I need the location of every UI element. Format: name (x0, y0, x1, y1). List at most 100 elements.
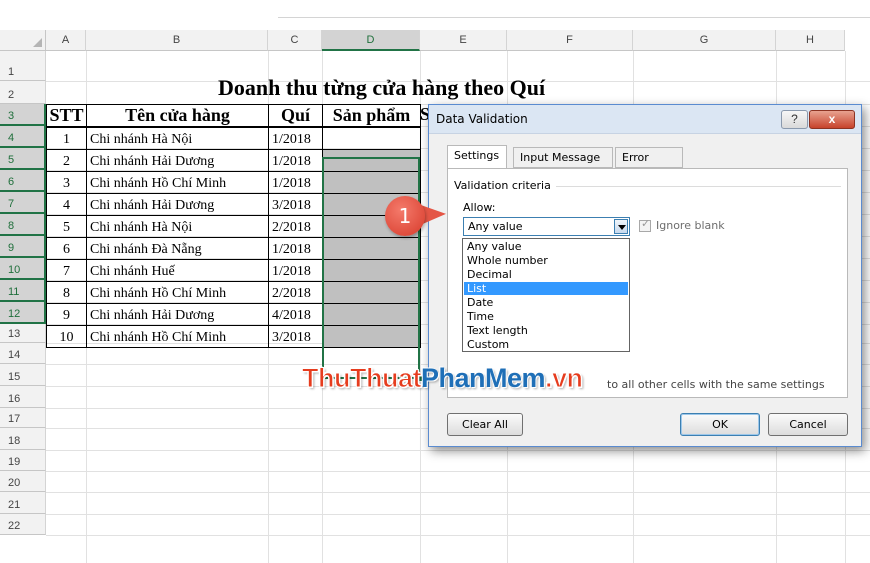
stt-cell[interactable]: 10 (46, 325, 87, 348)
help-button[interactable]: ? (781, 110, 808, 129)
row-header-7[interactable]: 7 (0, 192, 46, 214)
product-cell[interactable] (322, 259, 421, 282)
row-header-8[interactable]: 8 (0, 214, 46, 236)
row-header-22[interactable]: 22 (0, 514, 46, 535)
quarter-cell[interactable]: 1/2018 (268, 237, 323, 260)
quarter-cell[interactable]: 1/2018 (268, 171, 323, 194)
product-cell[interactable] (322, 281, 421, 304)
row-header-10[interactable]: 10 (0, 258, 46, 280)
quarter-cell[interactable]: 3/2018 (268, 193, 323, 216)
product-cell[interactable] (322, 303, 421, 326)
row-header-17[interactable]: 17 (0, 408, 46, 428)
column-header-h[interactable]: H (776, 30, 845, 51)
allow-option[interactable]: List (464, 282, 628, 295)
step-callout-badge: 1 (385, 196, 425, 236)
store-name-cell[interactable]: Chi nhánh Hồ Chí Minh (86, 325, 269, 348)
row-header-14[interactable]: 14 (0, 343, 46, 364)
tab-error-alert[interactable]: Error Alert (615, 147, 683, 184)
row-header-6[interactable]: 6 (0, 170, 46, 192)
row-header-1[interactable]: 1 (0, 51, 46, 81)
column-header-b[interactable]: B (86, 30, 268, 51)
quarter-cell[interactable]: 1/2018 (268, 149, 323, 172)
quarter-cell[interactable]: 2/2018 (268, 215, 323, 238)
tab-input-message[interactable]: Input Message (513, 147, 613, 168)
row-header-11[interactable]: 11 (0, 280, 46, 302)
allow-option[interactable]: Custom (464, 338, 628, 351)
store-name-cell[interactable]: Chi nhánh Hà Nội (86, 127, 269, 150)
product-cell[interactable] (322, 237, 421, 260)
stt-cell[interactable]: 2 (46, 149, 87, 172)
dialog-titlebar[interactable]: Data Validation ? x (429, 105, 861, 134)
column-header-c[interactable]: C (268, 30, 322, 51)
quarter-cell[interactable]: 4/2018 (268, 303, 323, 326)
row-header-5[interactable]: 5 (0, 148, 46, 170)
product-cell[interactable] (322, 149, 421, 172)
validation-criteria-label: Validation criteria (454, 179, 551, 192)
quarter-cell[interactable]: 2/2018 (268, 281, 323, 304)
allow-options-list[interactable]: Any value Whole number Decimal List Date Time… (462, 238, 630, 352)
row-header-19[interactable]: 19 (0, 450, 46, 471)
table-header-cell[interactable]: Tên cửa hàng (86, 104, 269, 127)
column-header-d[interactable]: D (322, 30, 420, 51)
row-header-2[interactable]: 2 (0, 81, 46, 104)
allow-select[interactable]: Any value (463, 217, 630, 236)
ignore-blank-checkbox[interactable]: ✓ (639, 218, 651, 232)
row-header-21[interactable]: 21 (0, 492, 46, 514)
column-header-e[interactable]: E (420, 30, 507, 51)
store-name-cell[interactable]: Chi nhánh Hải Dương (86, 193, 269, 216)
gridline (46, 450, 870, 451)
column-header-f[interactable]: F (507, 30, 633, 51)
allow-option[interactable]: Time (464, 310, 628, 323)
tab-settings[interactable]: Settings (447, 145, 507, 169)
cancel-button[interactable]: Cancel (768, 413, 848, 436)
allow-option[interactable]: Any value (464, 240, 628, 253)
select-all-corner[interactable] (0, 30, 46, 51)
stt-cell[interactable]: 4 (46, 193, 87, 216)
row-header-18[interactable]: 18 (0, 428, 46, 450)
allow-option[interactable]: Decimal (464, 268, 628, 281)
table-header-cell[interactable]: Sản phẩm (322, 104, 421, 127)
store-name-cell[interactable]: Chi nhánh Hà Nội (86, 215, 269, 238)
row-header-13[interactable]: 13 (0, 324, 46, 343)
stt-cell[interactable]: 5 (46, 215, 87, 238)
store-name-cell[interactable]: Chi nhánh Huế (86, 259, 269, 282)
row-header-12[interactable]: 12 (0, 302, 46, 324)
row-header-15[interactable]: 15 (0, 364, 46, 386)
gridline (46, 535, 870, 536)
stt-cell[interactable]: 1 (46, 127, 87, 150)
watermark-part-2: PhanMem (420, 363, 546, 393)
allow-option[interactable]: Date (464, 296, 628, 309)
row-header-20[interactable]: 20 (0, 471, 46, 492)
stt-cell[interactable]: 7 (46, 259, 87, 282)
store-name-cell[interactable]: Chi nhánh Hải Dương (86, 149, 269, 172)
store-name-cell[interactable]: Chi nhánh Hồ Chí Minh (86, 171, 269, 194)
clear-all-button[interactable]: Clear All (447, 413, 523, 436)
stt-cell[interactable]: 6 (46, 237, 87, 260)
allow-option[interactable]: Whole number (464, 254, 628, 267)
close-button[interactable]: x (809, 110, 855, 129)
store-name-cell[interactable]: Chi nhánh Đà Nẵng (86, 237, 269, 260)
store-name-cell[interactable]: Chi nhánh Hồ Chí Minh (86, 281, 269, 304)
quarter-cell[interactable]: 1/2018 (268, 259, 323, 282)
row-header-4[interactable]: 4 (0, 126, 46, 148)
row-header-16[interactable]: 16 (0, 386, 46, 408)
ok-button[interactable]: OK (680, 413, 760, 436)
chevron-down-icon[interactable] (614, 219, 628, 234)
column-header-a[interactable]: A (46, 30, 86, 51)
stt-cell[interactable]: 8 (46, 281, 87, 304)
group-divider (556, 186, 841, 187)
product-cell[interactable] (322, 127, 421, 150)
row-header-3[interactable]: 3 (0, 104, 46, 126)
column-header-g[interactable]: G (633, 30, 776, 51)
product-cell[interactable] (322, 325, 421, 348)
allow-option[interactable]: Text length (464, 324, 628, 337)
stt-cell[interactable]: 9 (46, 303, 87, 326)
store-name-cell[interactable]: Chi nhánh Hải Dương (86, 303, 269, 326)
product-cell[interactable] (322, 171, 421, 194)
quarter-cell[interactable]: 1/2018 (268, 127, 323, 150)
table-header-cell[interactable]: STT (46, 104, 87, 127)
row-header-9[interactable]: 9 (0, 236, 46, 258)
quarter-cell[interactable]: 3/2018 (268, 325, 323, 348)
stt-cell[interactable]: 3 (46, 171, 87, 194)
table-header-cell[interactable]: Quí (268, 104, 323, 127)
